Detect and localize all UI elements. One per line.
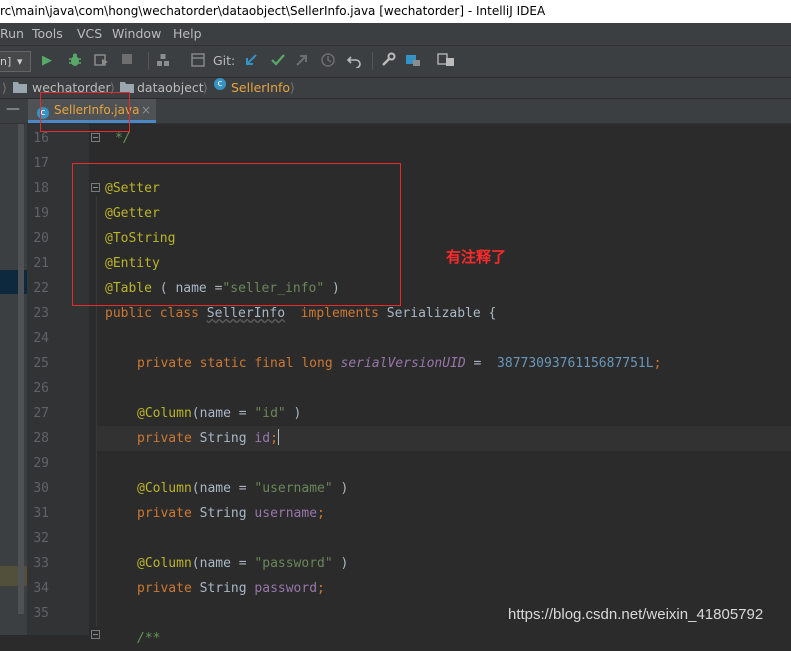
line-number: 33 [33,556,49,571]
code-line: 31 private String username; [27,501,791,526]
line-number: 23 [33,306,49,321]
stop-icon[interactable] [120,52,134,70]
field-declaration: private String id; [137,429,279,446]
line-number: 21 [33,256,49,271]
toolbar-separator [372,52,373,70]
breadcrumb-class[interactable]: SellerInfo [231,78,290,98]
menu-run[interactable]: Run [0,23,24,45]
code-line: 33 @Column(name = "password" ) [27,551,791,576]
line-number: 27 [33,406,49,421]
code-line: 26 [27,376,791,401]
serial-version-field: private static final long serialVersionU… [137,356,662,371]
coverage-icon[interactable] [93,52,109,70]
line-number: 17 [33,156,49,171]
window-title: rc\main\java\com\hong\wechatorder\dataob… [0,0,791,23]
line-number: 32 [33,531,49,546]
menu-bar: Run Tools VCS Window Help [0,23,791,45]
run-config-label: n] [0,55,12,68]
chevron-down-icon: ▾ [17,55,23,68]
vcs-push-icon[interactable] [294,52,310,70]
text-cursor [277,429,279,445]
line-number: 29 [33,456,49,471]
doc-comment-start: /** [137,631,161,646]
column-annotation: @Column(name = "password" ) [137,556,349,571]
git-label: Git: [213,53,236,68]
debug-icon[interactable] [67,52,83,70]
highlight-box-tab [40,92,130,132]
line-number: 22 [33,281,49,296]
highlight-box-annotations [72,163,401,306]
line-number: 25 [33,356,49,371]
line-number: 19 [33,206,49,221]
column-annotation: @Column(name = "username" ) [137,481,349,496]
tool-window-strip [0,124,27,635]
breadcrumb-separator: ⟩ [2,80,7,95]
code-line: 24 [27,326,791,351]
revert-icon[interactable] [346,52,362,70]
menu-tools[interactable]: Tools [32,23,63,45]
watermark: https://blog.csdn.net/weixin_41805792 [508,606,764,623]
build-icon[interactable] [155,52,171,70]
code-line: 30 @Column(name = "username" ) [27,476,791,501]
breadcrumb-separator: ⟩ [203,80,208,95]
line-number: 35 [33,606,49,621]
toolbar: n] ▾ ▶ Git: [0,45,791,77]
field-declaration: private String username; [137,506,325,521]
code-line: 29 [27,451,791,476]
settings-wrench-icon[interactable] [380,52,396,70]
code-line: 27 @Column(name = "id" ) [27,401,791,426]
menu-help[interactable]: Help [173,23,202,45]
history-icon[interactable] [320,52,336,70]
line-number: 31 [33,506,49,521]
folder-icon [13,78,27,98]
sdk-icon[interactable] [437,52,455,70]
column-annotation: @Column(name = "id" ) [137,406,302,421]
code-line: 25 private static final long serialVersi… [27,351,791,376]
field-declaration: private String password; [137,581,325,596]
scrollbar-thumb[interactable] [18,124,24,614]
menu-vcs[interactable]: VCS [77,23,102,45]
line-number: 30 [33,481,49,496]
breadcrumb-package[interactable]: dataobject [137,78,204,98]
line-number: 26 [33,381,49,396]
code-line: 34 private String password; [27,576,791,601]
vcs-commit-icon[interactable] [270,52,286,70]
annotation-note: 有注释了 [446,248,507,266]
code-line: 16 */ [27,126,791,151]
code-line: 32 [27,526,791,551]
menu-window[interactable]: Window [112,23,161,45]
line-number: 20 [33,231,49,246]
line-number: 28 [33,431,49,446]
collapse-icon[interactable]: — [6,101,20,117]
line-number: 18 [33,181,49,196]
run-config-select[interactable]: n] ▾ [0,51,31,72]
fold-marker-icon[interactable] [91,133,100,142]
close-icon[interactable]: × [141,99,151,121]
project-structure-icon[interactable] [405,52,421,70]
toolbar-separator [148,52,149,70]
line-number: 24 [33,331,49,346]
structure-icon[interactable] [190,52,206,70]
run-icon[interactable]: ▶ [42,52,52,70]
code-line: /** [27,626,791,651]
vcs-update-icon[interactable] [243,52,259,70]
code-line: 28 private String id; [27,426,791,451]
breadcrumb-separator: ⟩ [290,80,295,95]
line-number: 34 [33,581,49,596]
